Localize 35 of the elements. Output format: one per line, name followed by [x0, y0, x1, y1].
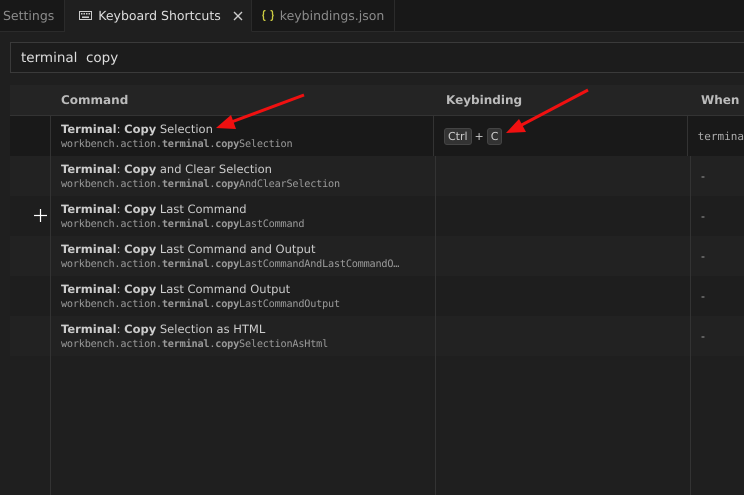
command-id: workbench.action.terminal.copyAndClearSelection — [61, 179, 341, 190]
column-header: Command — [61, 93, 128, 107]
when-clause: - — [701, 290, 705, 302]
when-clause: - — [701, 330, 705, 342]
column-header: Keybinding — [446, 93, 522, 107]
close-icon[interactable] — [232, 10, 243, 20]
key-cap: C — [486, 128, 502, 144]
tab-label: Settings — [3, 8, 54, 23]
braces-icon — [262, 10, 274, 21]
tab-label: keybindings.json — [280, 8, 384, 23]
command-id: workbench.action.terminal.copySelectionAsHtml — [61, 339, 330, 350]
command-id: workbench.action.terminal.copySelection — [61, 139, 294, 150]
key-cap: Ctrl — [444, 128, 472, 144]
keyboard-icon — [79, 11, 92, 20]
when-clause: - — [701, 210, 705, 222]
editor-tab[interactable]: Keyboard Shortcuts — [65, 0, 252, 32]
command-title: Terminal: Copy Last Command Output — [61, 282, 292, 296]
command-id: workbench.action.terminal.copyLastCommandAndLastCommandO… — [61, 259, 400, 270]
when-clause: - — [701, 170, 705, 182]
command-id: workbench.action.terminal.copyLastCommandOutput — [61, 299, 341, 310]
command-title: Terminal: Copy Selection as HTML — [61, 322, 266, 336]
when-clause: termina — [698, 130, 744, 142]
tab-label: Keyboard Shortcuts — [98, 8, 221, 23]
command-title: Terminal: Copy and Clear Selection — [61, 162, 273, 176]
column-header: When — [701, 93, 740, 107]
search-field[interactable]: terminal copy — [10, 42, 744, 73]
command-row[interactable]: Terminal: Copy Selection workbench.action.terminal.copySelection Ctrl + C termina — [10, 116, 744, 156]
crosshair-cursor-icon — [34, 209, 47, 222]
command-title: Terminal: Copy Last Command — [61, 202, 248, 216]
command-title: Terminal: Copy Last Command and Output — [61, 242, 316, 256]
when-clause: - — [701, 250, 705, 262]
key-separator: + — [474, 130, 484, 142]
command-title: Terminal: Copy Selection — [61, 122, 214, 136]
command-id: workbench.action.terminal.copyLastCommand — [61, 219, 306, 230]
editor-tab[interactable]: keybindings.json — [252, 0, 396, 32]
